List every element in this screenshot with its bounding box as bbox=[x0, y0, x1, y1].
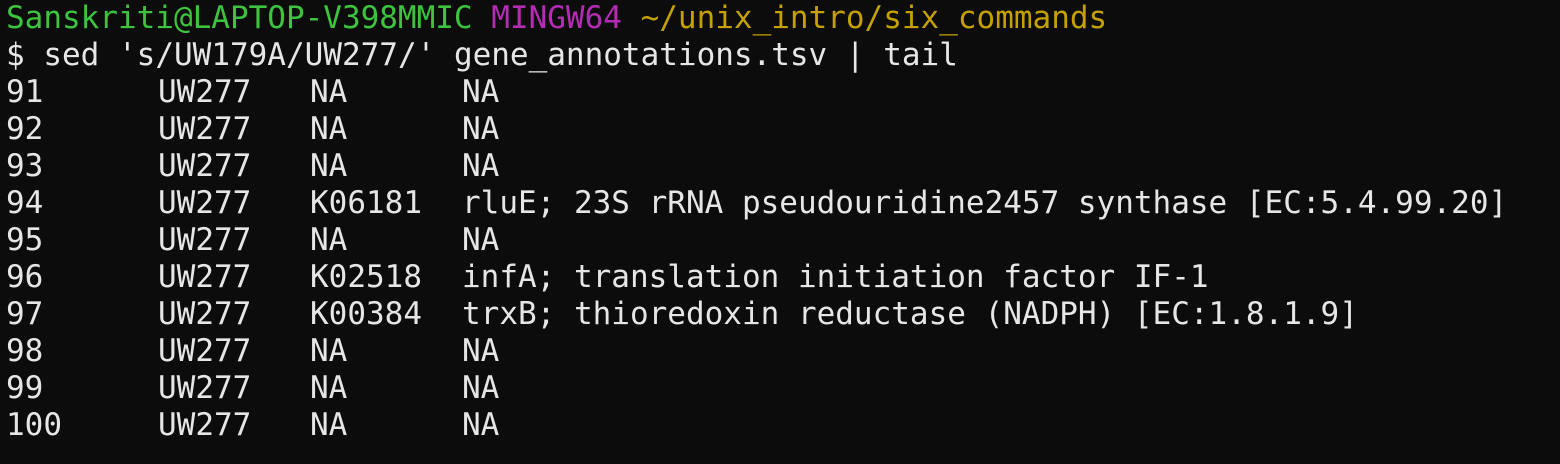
output-ko: K02518 bbox=[310, 259, 422, 295]
output-genome: UW277 bbox=[158, 185, 252, 221]
output-row: 100 UW277 NA NA bbox=[6, 407, 1560, 444]
output-description: NA bbox=[462, 222, 500, 258]
output-genome: UW277 bbox=[158, 74, 252, 110]
output-description: NA bbox=[462, 111, 500, 147]
output-genome: UW277 bbox=[158, 407, 252, 443]
prompt-cwd: ~/unix_intro/six_commands bbox=[640, 0, 1108, 36]
output-row: 98 UW277 NA NA bbox=[6, 333, 1560, 370]
output-genome: UW277 bbox=[158, 333, 252, 369]
output-row: 94 UW277 K06181 rluE; 23S rRNA pseudouri… bbox=[6, 185, 1560, 222]
output-row: 97 UW277 K00384 trxB; thioredoxin reduct… bbox=[6, 296, 1560, 333]
output-row: 93 UW277 NA NA bbox=[6, 148, 1560, 185]
output-ko: NA bbox=[310, 111, 348, 147]
prompt-symbol: $ bbox=[6, 37, 25, 73]
output-id: 99 bbox=[6, 370, 44, 406]
output-genome: UW277 bbox=[158, 222, 252, 258]
command-text: sed 's/UW179A/UW277/' gene_annotations.t… bbox=[43, 37, 958, 73]
output-ko: NA bbox=[310, 370, 348, 406]
output-description: NA bbox=[462, 333, 500, 369]
output-ko: NA bbox=[310, 407, 348, 443]
output-description: NA bbox=[462, 407, 500, 443]
output-ko: K06181 bbox=[310, 185, 422, 221]
output-id: 93 bbox=[6, 148, 44, 184]
output-description: NA bbox=[462, 370, 500, 406]
output-description: rluE; 23S rRNA pseudouridine2457 synthas… bbox=[462, 185, 1508, 221]
output-row: 95 UW277 NA NA bbox=[6, 222, 1560, 259]
output-row: 96 UW277 K02518 infA; translation initia… bbox=[6, 259, 1560, 296]
prompt-system: MINGW64 bbox=[491, 0, 622, 36]
output-genome: UW277 bbox=[158, 111, 252, 147]
output-id: 100 bbox=[6, 407, 62, 443]
command-line: $ sed 's/UW179A/UW277/' gene_annotations… bbox=[6, 37, 1560, 74]
output-id: 97 bbox=[6, 296, 44, 332]
terminal-window[interactable]: Sanskriti@LAPTOP-V398MMIC MINGW64 ~/unix… bbox=[0, 0, 1560, 464]
output-row: 92 UW277 NA NA bbox=[6, 111, 1560, 148]
output-description: NA bbox=[462, 74, 500, 110]
prompt-user-host: Sanskriti@LAPTOP-V398MMIC bbox=[6, 0, 473, 36]
output-id: 92 bbox=[6, 111, 44, 147]
output-id: 98 bbox=[6, 333, 44, 369]
output-genome: UW277 bbox=[158, 259, 252, 295]
output-ko: K00384 bbox=[310, 296, 422, 332]
command-output: 91 UW277 NA NA 92 UW277 NA NA 93 UW277 N… bbox=[6, 74, 1560, 444]
output-genome: UW277 bbox=[158, 296, 252, 332]
output-genome: UW277 bbox=[158, 148, 252, 184]
output-id: 96 bbox=[6, 259, 44, 295]
output-genome: UW277 bbox=[158, 370, 252, 406]
prompt-line: Sanskriti@LAPTOP-V398MMIC MINGW64 ~/unix… bbox=[6, 0, 1560, 37]
output-ko: NA bbox=[310, 148, 348, 184]
output-description: trxB; thioredoxin reductase (NADPH) [EC:… bbox=[462, 296, 1358, 332]
output-description: NA bbox=[462, 148, 500, 184]
output-id: 94 bbox=[6, 185, 44, 221]
output-row: 99 UW277 NA NA bbox=[6, 370, 1560, 407]
output-ko: NA bbox=[310, 222, 348, 258]
output-ko: NA bbox=[310, 74, 348, 110]
output-row: 91 UW277 NA NA bbox=[6, 74, 1560, 111]
output-id: 91 bbox=[6, 74, 44, 110]
output-ko: NA bbox=[310, 333, 348, 369]
output-id: 95 bbox=[6, 222, 44, 258]
output-description: infA; translation initiation factor IF-1 bbox=[462, 259, 1209, 295]
